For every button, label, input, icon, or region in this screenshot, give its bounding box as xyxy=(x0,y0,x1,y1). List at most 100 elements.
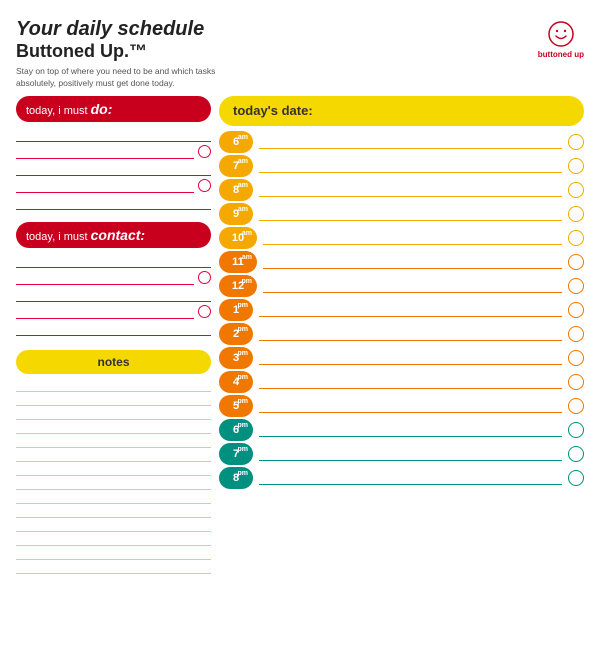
do-line-1 xyxy=(16,128,211,142)
time-row-9am: 9am xyxy=(219,203,584,225)
page: Your daily schedule Buttoned Up.™ Stay o… xyxy=(0,0,600,648)
do-line-5 xyxy=(16,196,211,210)
notes-line-7 xyxy=(16,462,211,476)
line-8pm xyxy=(259,471,562,485)
do-action: do: xyxy=(91,101,113,117)
check-12pm[interactable] xyxy=(568,278,584,294)
line-8am xyxy=(259,183,562,197)
notes-line-14 xyxy=(16,560,211,574)
check-3pm[interactable] xyxy=(568,350,584,366)
notes-line-8 xyxy=(16,476,211,490)
date-row: today's date: xyxy=(219,96,584,126)
time-row-3pm: 3pm xyxy=(219,347,584,369)
time-row-8am: 8am xyxy=(219,179,584,201)
right-panel: today's date: 6am 7am 8am 9am xyxy=(219,96,584,574)
title-block: Your daily schedule Buttoned Up.™ Stay o… xyxy=(16,18,226,90)
line-7pm xyxy=(259,447,562,461)
left-panel: today, i must do: today, i must contact: xyxy=(16,96,211,574)
do-button[interactable]: today, i must do: xyxy=(16,96,211,122)
contact-button[interactable]: today, i must contact: xyxy=(16,222,211,248)
time-row-12pm: 12pm xyxy=(219,275,584,297)
contact-line-5 xyxy=(16,322,211,336)
do-label: today, i must xyxy=(26,105,91,117)
contact-line-4 xyxy=(16,305,211,319)
check-1pm[interactable] xyxy=(568,302,584,318)
notes-line-5 xyxy=(16,434,211,448)
time-bubble-7am: 7am xyxy=(219,155,253,177)
header: Your daily schedule Buttoned Up.™ Stay o… xyxy=(16,18,584,90)
contact-line-1 xyxy=(16,254,211,268)
time-row-8pm: 8pm xyxy=(219,467,584,489)
check-4pm[interactable] xyxy=(568,374,584,390)
line-3pm xyxy=(259,351,562,365)
main-layout: today, i must do: today, i must contact: xyxy=(16,96,584,574)
notes-line-13 xyxy=(16,546,211,560)
title-daily: daily schedule xyxy=(66,18,204,40)
notes-section: notes xyxy=(16,350,211,574)
line-7am xyxy=(259,159,562,173)
title-buttoned: Buttoned Up.™ xyxy=(16,41,226,62)
notes-line-1 xyxy=(16,378,211,392)
notes-line-2 xyxy=(16,392,211,406)
check-5pm[interactable] xyxy=(568,398,584,414)
line-4pm xyxy=(259,375,562,389)
time-row-7pm: 7pm xyxy=(219,443,584,465)
check-8am[interactable] xyxy=(568,182,584,198)
check-6am[interactable] xyxy=(568,134,584,150)
time-bubble-8am: 8am xyxy=(219,179,253,201)
line-6am xyxy=(259,135,562,149)
subtitle: Stay on top of where you need to be and … xyxy=(16,66,226,90)
do-line-4 xyxy=(16,179,211,193)
check-10am[interactable] xyxy=(568,230,584,246)
notes-line-9 xyxy=(16,490,211,504)
time-row-10am: 10am xyxy=(219,227,584,249)
check-7am[interactable] xyxy=(568,158,584,174)
time-bubble-8pm: 8pm xyxy=(219,467,253,489)
time-bubble-2pm: 2pm xyxy=(219,323,253,345)
notes-line-3 xyxy=(16,406,211,420)
notes-line-6 xyxy=(16,448,211,462)
check-11am[interactable] xyxy=(568,254,584,270)
time-bubble-10am: 10am xyxy=(219,227,257,249)
time-bubble-6am: 6am xyxy=(219,131,253,153)
check-2pm[interactable] xyxy=(568,326,584,342)
notes-button[interactable]: notes xyxy=(16,350,211,374)
notes-line-12 xyxy=(16,532,211,546)
check-6pm[interactable] xyxy=(568,422,584,438)
line-11am xyxy=(263,255,562,269)
line-5pm xyxy=(259,399,562,413)
time-bubble-3pm: 3pm xyxy=(219,347,253,369)
time-bubble-11am: 11am xyxy=(219,251,257,273)
check-7pm[interactable] xyxy=(568,446,584,462)
time-bubble-6pm: 6pm xyxy=(219,419,253,441)
time-row-7am: 7am xyxy=(219,155,584,177)
line-12pm xyxy=(263,279,562,293)
title-your: Your xyxy=(16,18,66,40)
title-line1: Your daily schedule xyxy=(16,18,226,41)
time-bubble-7pm: 7pm xyxy=(219,443,253,465)
check-8pm[interactable] xyxy=(568,470,584,486)
do-line-2 xyxy=(16,145,211,159)
contact-line-2 xyxy=(16,271,211,285)
date-bar[interactable]: today's date: xyxy=(219,96,584,126)
notes-line-10 xyxy=(16,504,211,518)
logo-block: buttoned up xyxy=(538,20,584,59)
contact-action: contact: xyxy=(91,227,145,243)
line-2pm xyxy=(259,327,562,341)
contact-line-3 xyxy=(16,288,211,302)
logo-text: buttoned up xyxy=(538,50,584,59)
time-row-4pm: 4pm xyxy=(219,371,584,393)
logo-icon xyxy=(547,20,575,48)
time-bubble-12pm: 12pm xyxy=(219,275,257,297)
time-bubble-5pm: 5pm xyxy=(219,395,253,417)
check-9am[interactable] xyxy=(568,206,584,222)
time-bubble-1pm: 1pm xyxy=(219,299,253,321)
notes-lines xyxy=(16,378,211,574)
line-10am xyxy=(263,231,562,245)
line-6pm xyxy=(259,423,562,437)
notes-line-11 xyxy=(16,518,211,532)
time-row-6am: 6am xyxy=(219,131,584,153)
notes-line-4 xyxy=(16,420,211,434)
do-lines xyxy=(16,128,211,210)
time-row-11am: 11am xyxy=(219,251,584,273)
